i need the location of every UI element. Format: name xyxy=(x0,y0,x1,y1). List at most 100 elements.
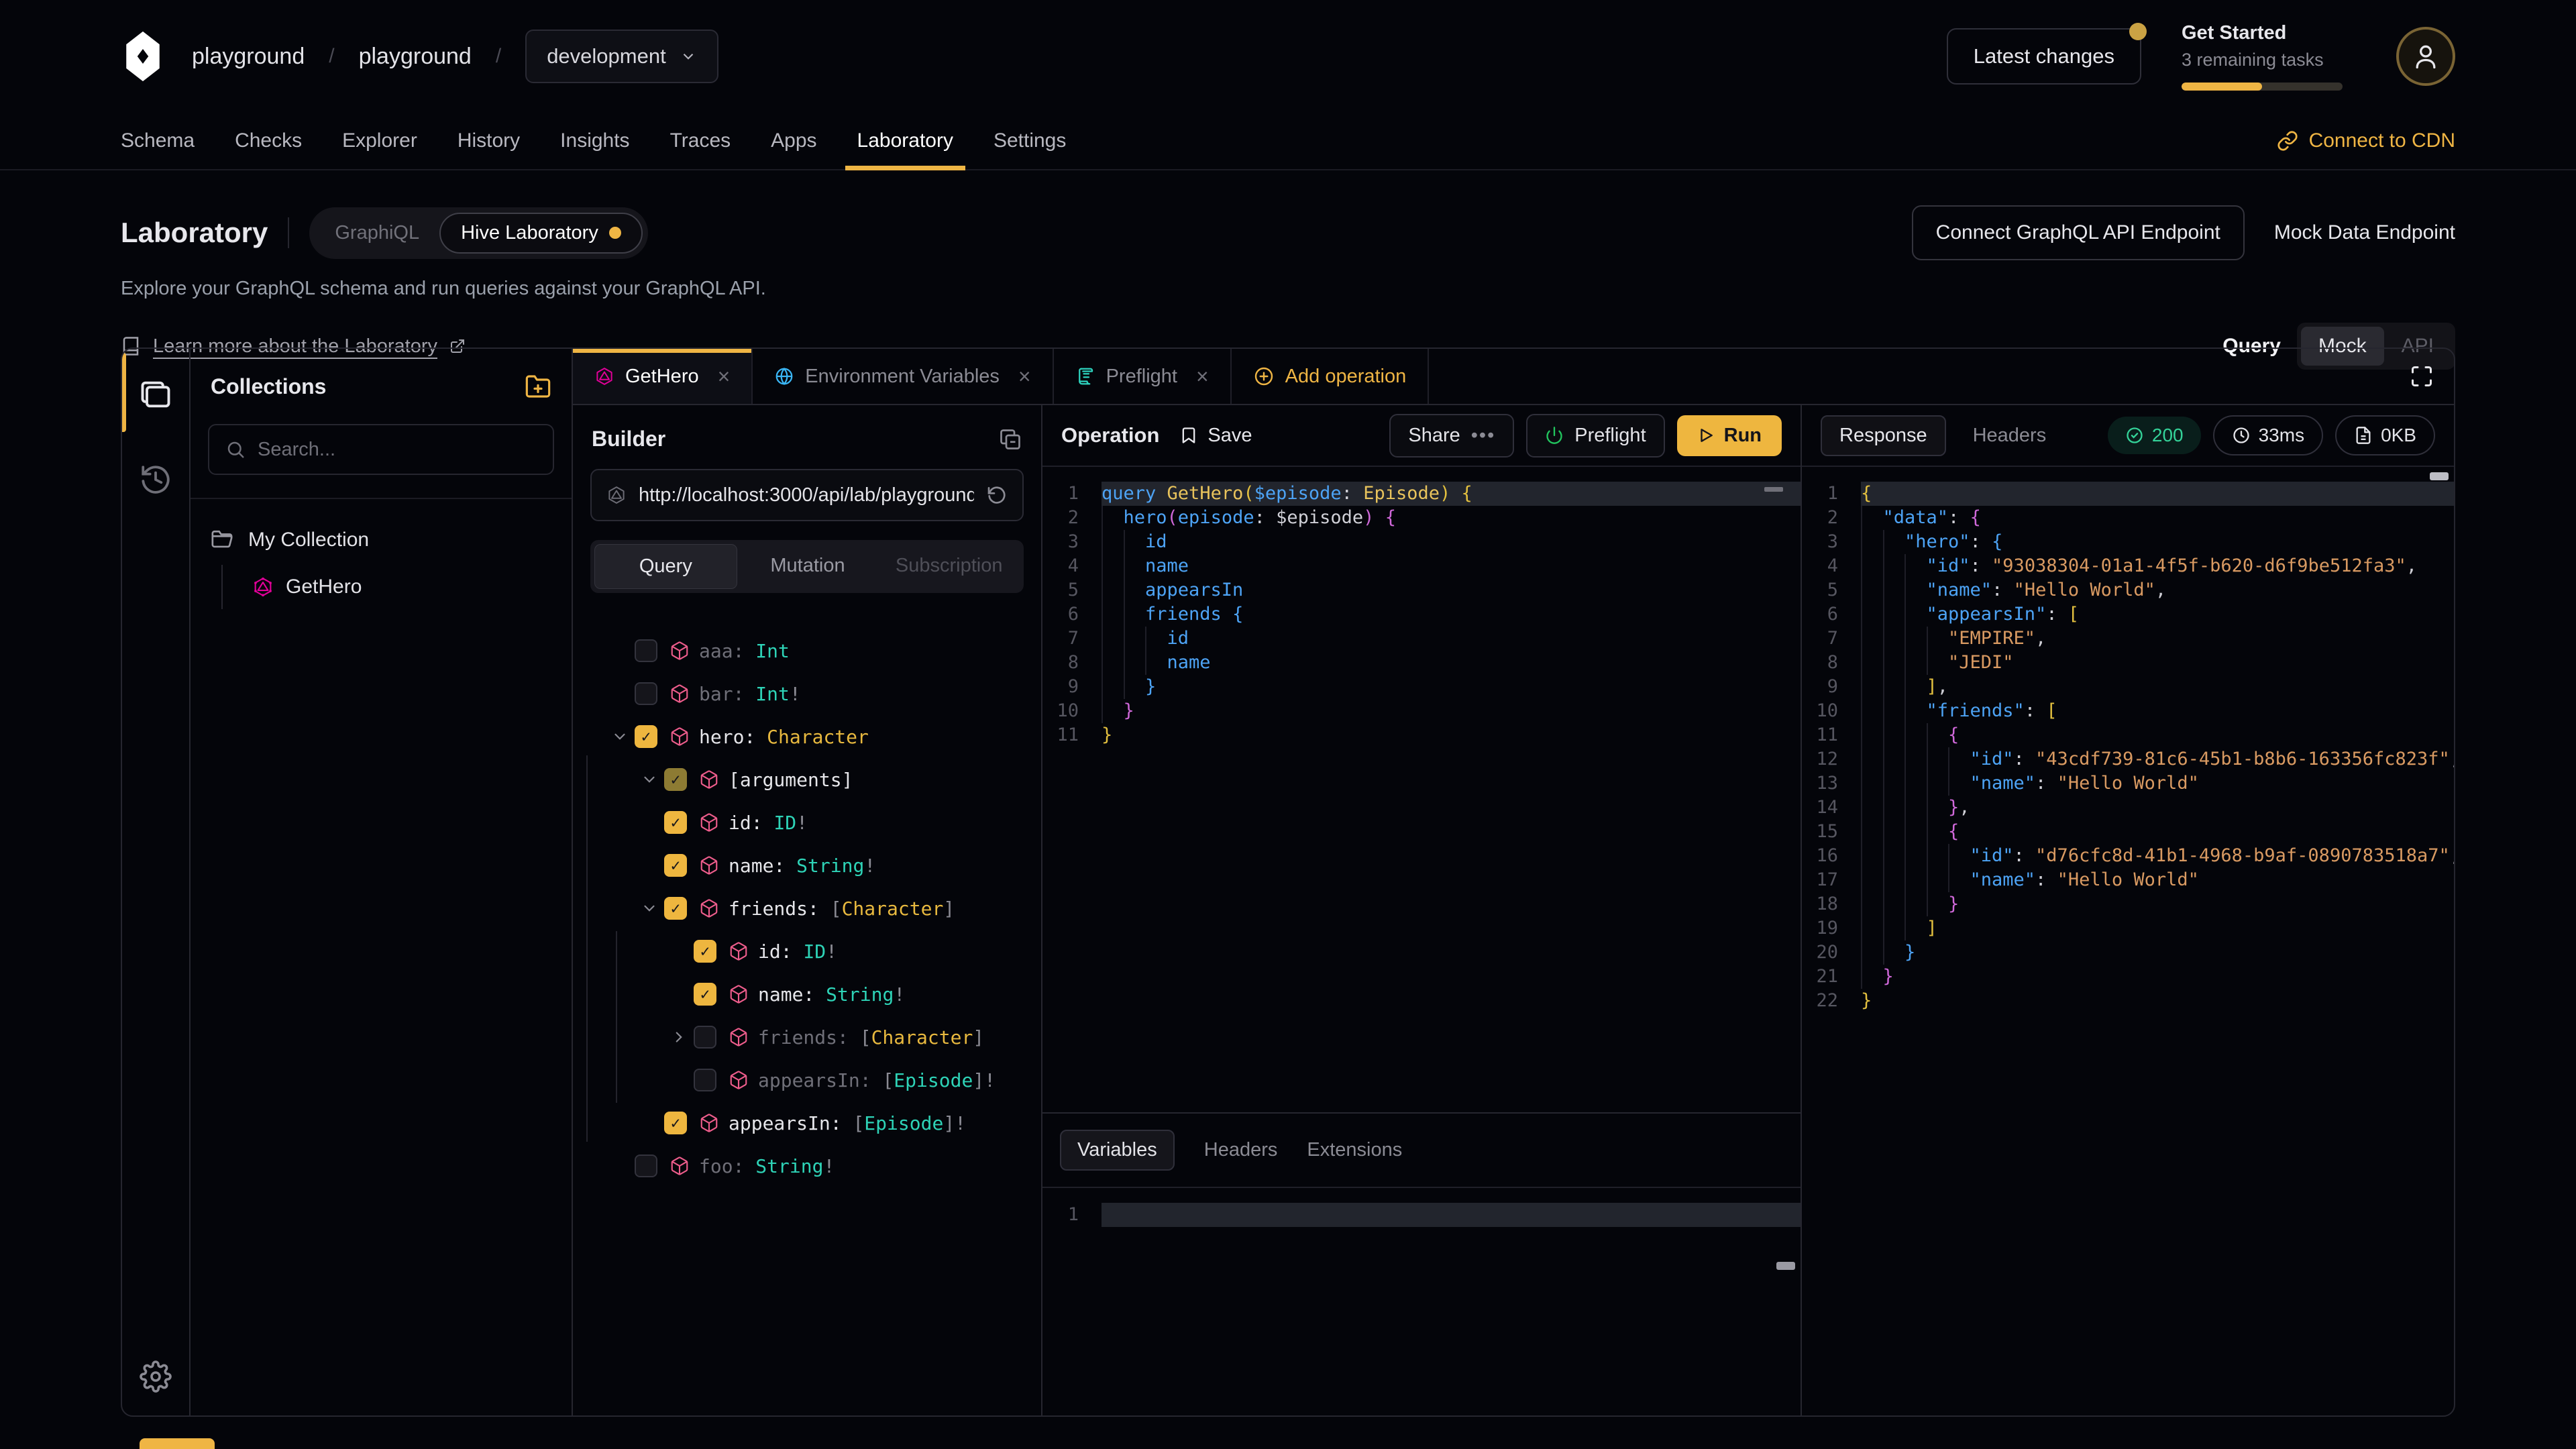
connect-to-cdn-link[interactable]: Connect to CDN xyxy=(2277,129,2455,152)
graphql-icon xyxy=(594,366,614,386)
nav-item-traces[interactable]: Traces xyxy=(670,113,731,169)
tab-gethero[interactable]: GetHero × xyxy=(573,349,753,404)
tree-checkbox[interactable]: ✓ xyxy=(664,897,687,920)
cube-icon xyxy=(729,941,749,961)
run-button[interactable]: Run xyxy=(1677,415,1782,456)
tab-response[interactable]: Response xyxy=(1821,415,1946,456)
tree-checkbox[interactable] xyxy=(694,1026,716,1049)
tree-checkbox[interactable] xyxy=(635,639,657,662)
tree-row-id[interactable]: ✓id: ID! xyxy=(605,930,1041,973)
nav-item-schema[interactable]: Schema xyxy=(121,113,195,169)
user-avatar[interactable] xyxy=(2396,27,2455,86)
tab-op-headers[interactable]: Headers xyxy=(1204,1139,1278,1161)
nav-item-history[interactable]: History xyxy=(458,113,520,169)
tree-checkbox[interactable]: ✓ xyxy=(664,768,687,791)
code-line: 10} xyxy=(1042,699,1801,723)
nav-item-checks[interactable]: Checks xyxy=(235,113,302,169)
close-icon[interactable]: × xyxy=(1018,364,1031,389)
query-editor[interactable]: 1query GetHero($episode: Episode) {2hero… xyxy=(1042,467,1801,1112)
tab-resp-headers[interactable]: Headers xyxy=(1973,425,2047,447)
tree-row-name[interactable]: ✓name: String! xyxy=(605,973,1041,1016)
builder-panel: Builder http://local xyxy=(573,405,1042,1415)
tab-preflight[interactable]: Preflight × xyxy=(1054,349,1232,404)
kind-mutation-option[interactable]: Mutation xyxy=(737,544,879,589)
settings-gear-icon[interactable] xyxy=(140,1360,172,1393)
tree-checkbox[interactable] xyxy=(635,1155,657,1177)
save-button[interactable]: Save xyxy=(1179,425,1252,447)
kind-query-option[interactable]: Query xyxy=(594,544,737,589)
close-icon[interactable]: × xyxy=(718,364,731,389)
copy-icon[interactable] xyxy=(998,427,1022,451)
nav-item-settings[interactable]: Settings xyxy=(994,113,1066,169)
tree-chevron-icon[interactable] xyxy=(605,728,635,745)
tree-checkbox[interactable] xyxy=(635,682,657,705)
collection-operation-row[interactable]: GetHero xyxy=(223,565,551,609)
nav-item-apps[interactable]: Apps xyxy=(771,113,816,169)
tree-chevron-icon[interactable] xyxy=(635,900,664,917)
tree-row-appearsIn[interactable]: appearsIn: [Episode]! xyxy=(605,1059,1041,1102)
variables-editor[interactable]: 1 xyxy=(1042,1188,1801,1415)
tree-checkbox[interactable]: ✓ xyxy=(694,983,716,1006)
tree-row-aaa[interactable]: aaa: Int xyxy=(605,629,1041,672)
breadcrumb-org[interactable]: playground xyxy=(192,44,305,70)
fullscreen-button[interactable] xyxy=(2390,349,2454,404)
tree-row-appearsIn[interactable]: ✓appearsIn: [Episode]! xyxy=(605,1102,1041,1144)
mock-data-endpoint-button[interactable]: Mock Data Endpoint xyxy=(2274,221,2455,244)
tab-environment-variables[interactable]: Environment Variables × xyxy=(753,349,1053,404)
collections-search-input[interactable]: Search... xyxy=(208,424,554,475)
tab-variables[interactable]: Variables xyxy=(1060,1130,1175,1171)
tree-chevron-icon[interactable] xyxy=(635,771,664,788)
mode-hive-option[interactable]: Hive Laboratory xyxy=(439,213,643,254)
tree-checkbox[interactable]: ✓ xyxy=(635,725,657,748)
progress-fill xyxy=(2182,83,2262,91)
code-line: 9} xyxy=(1042,675,1801,699)
tree-row-name[interactable]: ✓name: String! xyxy=(605,844,1041,887)
user-icon xyxy=(2411,42,2440,71)
endpoint-url-input[interactable]: http://localhost:3000/api/lab/playground xyxy=(590,469,1024,521)
nav-item-laboratory[interactable]: Laboratory xyxy=(857,113,953,169)
tree-row-friends[interactable]: friends: [Character] xyxy=(605,1016,1041,1059)
tree-row-bar[interactable]: bar: Int! xyxy=(605,672,1041,715)
mode-graphiql-option[interactable]: GraphiQL xyxy=(315,214,439,252)
tree-checkbox[interactable]: ✓ xyxy=(664,811,687,834)
new-folder-icon[interactable] xyxy=(525,373,551,400)
tree-row-friends[interactable]: ✓friends: [Character] xyxy=(605,887,1041,930)
preflight-button[interactable]: Preflight xyxy=(1526,414,1664,458)
workspace: GetHero × Environment Variables × xyxy=(573,349,2454,1415)
tree-row-id[interactable]: ✓id: ID! xyxy=(605,801,1041,844)
refresh-icon[interactable] xyxy=(986,484,1008,506)
history-rail-icon[interactable] xyxy=(139,463,172,496)
tree-row-arguments[interactable]: ✓ [arguments] xyxy=(605,758,1041,801)
cube-icon xyxy=(699,1113,719,1133)
tree-field-label: [arguments] xyxy=(729,769,853,791)
collections-rail-icon[interactable] xyxy=(138,377,173,412)
kind-subscription-option[interactable]: Subscription xyxy=(878,544,1020,589)
tree-checkbox[interactable] xyxy=(694,1069,716,1091)
share-button[interactable]: Share ••• xyxy=(1389,414,1514,458)
nav-item-explorer[interactable]: Explorer xyxy=(342,113,417,169)
operation-kind-toggle: Query Mutation Subscription xyxy=(590,540,1024,593)
collection-folder-row[interactable]: My Collection xyxy=(211,529,551,551)
tree-checkbox[interactable]: ✓ xyxy=(664,1112,687,1134)
add-operation-button[interactable]: Add operation xyxy=(1232,349,1430,404)
breadcrumb-project[interactable]: playground xyxy=(359,44,472,70)
tab-extensions[interactable]: Extensions xyxy=(1307,1139,1402,1161)
tree-row-foo[interactable]: foo: String! xyxy=(605,1144,1041,1187)
nav-item-insights[interactable]: Insights xyxy=(560,113,629,169)
tree-checkbox[interactable]: ✓ xyxy=(664,854,687,877)
code-line: 5appearsIn xyxy=(1042,578,1801,602)
scrollbar-thumb[interactable] xyxy=(2430,472,2449,480)
tree-chevron-icon[interactable] xyxy=(664,1028,694,1046)
close-icon[interactable]: × xyxy=(1196,364,1209,389)
get-started-widget[interactable]: Get Started 3 remaining tasks xyxy=(2182,22,2356,91)
scrollbar-thumb[interactable] xyxy=(1776,1262,1795,1270)
connect-graphql-endpoint-button[interactable]: Connect GraphQL API Endpoint xyxy=(1912,205,2245,260)
response-editor[interactable]: 1{2"data": {3"hero": {4"id": "93038304-0… xyxy=(1802,467,2454,1415)
tree-checkbox[interactable]: ✓ xyxy=(694,940,716,963)
latest-changes-button[interactable]: Latest changes xyxy=(1947,28,2141,85)
hive-logo-icon[interactable] xyxy=(121,30,165,83)
tree-row-hero[interactable]: ✓hero: Character xyxy=(605,715,1041,758)
environment-selector[interactable]: development xyxy=(525,30,718,83)
cube-icon xyxy=(699,855,719,875)
code-line: 20} xyxy=(1802,941,2454,965)
